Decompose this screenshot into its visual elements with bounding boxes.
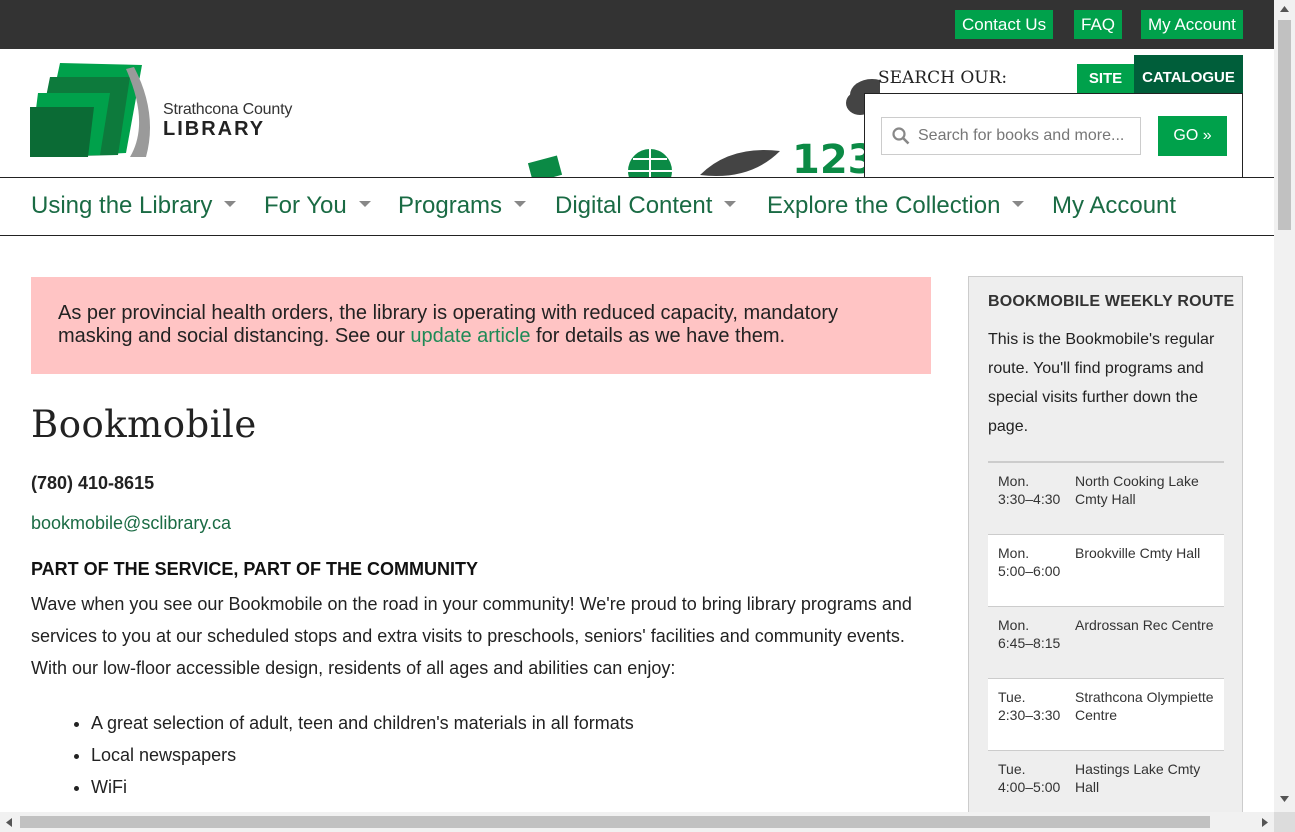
- nav-my-account[interactable]: My Account: [1052, 192, 1176, 220]
- sidebar-title: BOOKMOBILE WEEKLY ROUTE: [988, 293, 1235, 310]
- vertical-scrollbar[interactable]: [1274, 0, 1295, 812]
- svg-text:123: 123: [792, 137, 876, 177]
- phone-number: (780) 410-8615: [31, 473, 155, 493]
- site-header: Strathcona County LIBRARY 123 SEARCH OUR…: [0, 49, 1274, 177]
- my-account-top-link[interactable]: My Account: [1141, 10, 1243, 39]
- amenities-list: A great selection of adult, teen and chi…: [91, 707, 634, 803]
- chevron-down-icon: [514, 200, 527, 207]
- chevron-down-icon: [1012, 200, 1025, 207]
- scroll-up-icon[interactable]: [1280, 6, 1289, 12]
- search-go-button[interactable]: GO »: [1158, 116, 1227, 156]
- route-time: 2:30–3:30: [998, 707, 1061, 723]
- list-item: WiFi: [91, 771, 634, 803]
- table-row: Mon. 6:45–8:15 Ardrossan Rec Centre: [988, 607, 1224, 679]
- route-day: Mon.: [998, 473, 1030, 489]
- page-title: Bookmobile: [31, 403, 257, 446]
- route-day: Mon.: [998, 617, 1030, 633]
- health-order-alert: As per provincial health orders, the lib…: [31, 277, 931, 374]
- nav-using-the-library[interactable]: Using the Library: [31, 192, 237, 220]
- sidebar-description: This is the Bookmobile's regular route. …: [988, 331, 1215, 435]
- nav-label: Programs: [398, 192, 503, 219]
- table-row: Mon. 3:30–4:30 North Cooking Lake Cmty Ha…: [988, 463, 1224, 535]
- nav-label: Explore the Collection: [767, 192, 1001, 219]
- route-day: Tue.: [998, 689, 1026, 705]
- horizontal-scroll-thumb[interactable]: [20, 816, 1210, 828]
- scroll-down-icon[interactable]: [1280, 796, 1289, 802]
- chevron-down-icon: [224, 200, 237, 207]
- route-table: Mon. 3:30–4:30 North Cooking Lake Cmty Ha…: [988, 461, 1224, 823]
- intro-paragraph: Wave when you see our Bookmobile on the …: [31, 594, 912, 678]
- top-utility-bar: Contact Us FAQ My Account: [0, 0, 1274, 49]
- list-item: Local newspapers: [91, 739, 634, 771]
- main-navigation: Using the Library For You Programs Digit…: [0, 177, 1274, 236]
- nav-label: My Account: [1052, 192, 1177, 219]
- route-time: 4:00–5:00: [998, 779, 1061, 795]
- library-logo-icon[interactable]: [30, 63, 150, 159]
- nav-programs[interactable]: Programs: [398, 192, 527, 220]
- nav-label: For You: [264, 192, 347, 219]
- contact-us-link[interactable]: Contact Us: [955, 10, 1054, 39]
- nav-label: Using the Library: [31, 192, 213, 219]
- route-place: Strathcona Olympiette Centre: [1075, 689, 1214, 723]
- scroll-left-icon[interactable]: [6, 818, 12, 827]
- search-input[interactable]: [918, 118, 1138, 154]
- search-our-label: SEARCH OUR:: [878, 68, 1008, 88]
- scrollbar-corner: [1274, 812, 1295, 832]
- route-day: Mon.: [998, 545, 1030, 561]
- section-subheading: PART OF THE SERVICE, PART OF THE COMMUNI…: [31, 559, 479, 579]
- logo-text-library: LIBRARY: [163, 118, 266, 140]
- tab-catalogue[interactable]: CATALOGUE: [1134, 55, 1243, 94]
- route-time: 5:00–6:00: [998, 563, 1061, 579]
- nav-for-you[interactable]: For You: [264, 192, 371, 220]
- route-place: Brookville Cmty Hall: [1075, 545, 1201, 561]
- logo-text-county: Strathcona County: [163, 101, 293, 118]
- decorative-icons-banner: 123: [527, 79, 880, 177]
- bookmobile-route-sidebar: BOOKMOBILE WEEKLY ROUTE This is the Book…: [968, 276, 1243, 832]
- tab-site[interactable]: SITE: [1077, 64, 1134, 94]
- nav-explore-the-collection[interactable]: Explore the Collection: [767, 192, 1025, 220]
- update-article-link[interactable]: update article: [410, 325, 530, 347]
- route-place: North Cooking Lake Cmty Hall: [1075, 473, 1199, 507]
- search-panel: GO »: [864, 93, 1243, 177]
- email-link[interactable]: bookmobile@sclibrary.ca: [31, 513, 231, 534]
- vertical-scroll-thumb[interactable]: [1278, 20, 1291, 230]
- scroll-right-icon[interactable]: [1262, 818, 1268, 827]
- table-row: Tue. 2:30–3:30 Strathcona Olympiette Cent…: [988, 679, 1224, 751]
- chevron-down-icon: [724, 200, 737, 207]
- route-place: Hastings Lake Cmty Hall: [1075, 761, 1201, 795]
- search-field-wrapper: [881, 117, 1141, 155]
- nav-label: Digital Content: [555, 192, 713, 219]
- route-place: Ardrossan Rec Centre: [1075, 617, 1214, 633]
- route-day: Tue.: [998, 761, 1026, 777]
- search-icon: [892, 127, 910, 145]
- list-item: A great selection of adult, teen and chi…: [91, 707, 634, 739]
- route-when: Mon. 6:45–8:15: [998, 616, 1068, 652]
- nav-digital-content[interactable]: Digital Content: [555, 192, 737, 220]
- route-when: Tue. 2:30–3:30: [998, 688, 1068, 724]
- route-when: Tue. 4:00–5:00: [998, 760, 1068, 796]
- chevron-down-icon: [358, 200, 371, 207]
- route-when: Mon. 3:30–4:30: [998, 472, 1068, 508]
- route-when: Mon. 5:00–6:00: [998, 544, 1068, 580]
- route-time: 6:45–8:15: [998, 635, 1061, 651]
- faq-link[interactable]: FAQ: [1074, 10, 1123, 39]
- route-time: 3:30–4:30: [998, 491, 1061, 507]
- horizontal-scrollbar[interactable]: [0, 812, 1274, 832]
- alert-text-after: for details as we have them.: [530, 325, 786, 347]
- table-row: Mon. 5:00–6:00 Brookville Cmty Hall: [988, 535, 1224, 607]
